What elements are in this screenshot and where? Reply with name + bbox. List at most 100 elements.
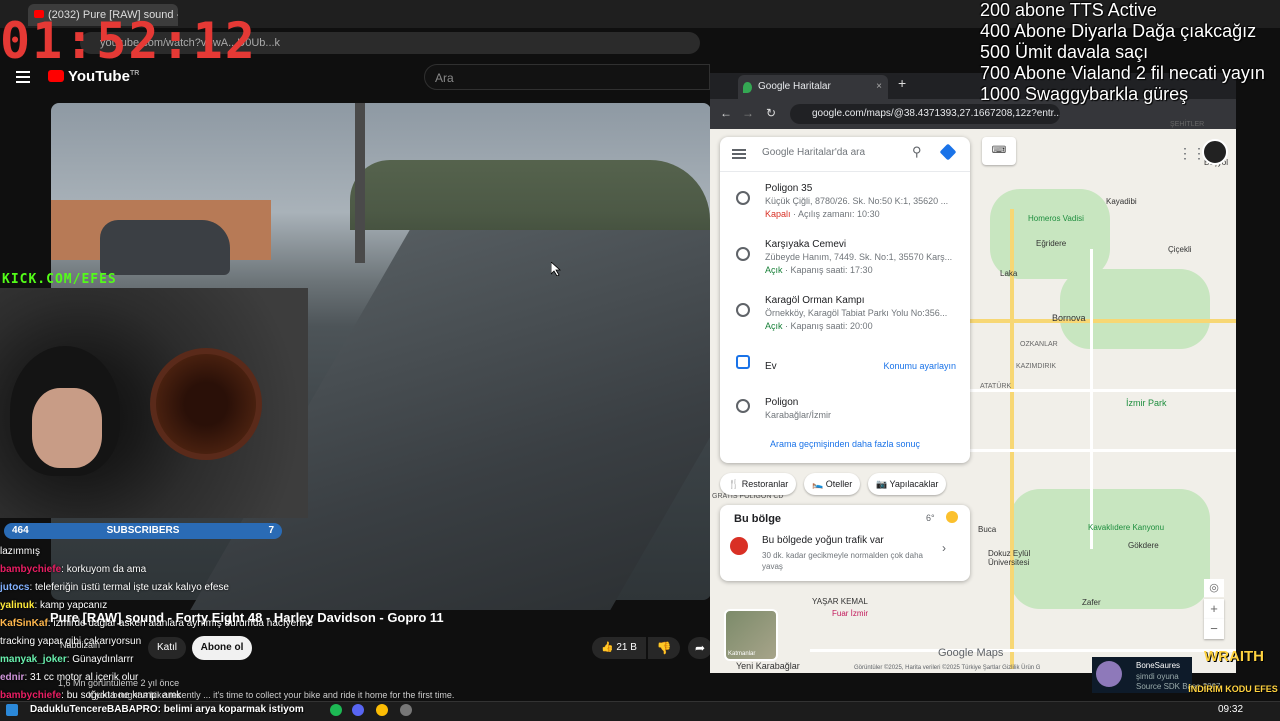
map-poi-label: Homeros Vadisi [1028,214,1084,223]
search-icon[interactable]: ⚲ [912,144,922,160]
zoom-out-button[interactable]: − [1204,619,1224,639]
map-place-label: Gökdere [1128,541,1159,550]
chat-username: bambychiefe [0,690,62,701]
new-tab-icon[interactable]: + [898,75,906,91]
video-scene-trees [350,160,710,230]
discord-icon[interactable] [352,704,364,716]
map-place-label: Fuar İzmir [832,609,868,618]
my-location-icon[interactable]: ◎ [1204,579,1224,597]
share-arrow-icon: ➦ [694,641,706,655]
maps-search-panel: Google Haritalar'da ara ⚲ Poligon 35 Küç… [720,137,970,463]
recent-title: Poligon [765,397,799,408]
map-green-area [1060,269,1210,349]
history-clock-icon [736,303,750,317]
maps-url: google.com/maps/@38.4371393,27.1667208,1… [812,108,1060,119]
goal-item: 1000 Swaggybarkla güreş [980,84,1189,104]
chip-label: Restoranlar [741,479,789,489]
like-count: 21 B [616,642,637,653]
map-place-label: Zafer [1082,598,1101,607]
chevron-right-icon[interactable]: › [942,541,946,555]
hamburger-menu-icon[interactable] [16,70,30,83]
maps-footer[interactable]: Görüntüler ©2025, Harita verileri ©2025 … [854,665,1040,671]
chrome-icon[interactable] [376,704,388,716]
chip-label: Yapılacaklar [889,479,939,489]
chat-username: jutocs [0,582,30,593]
video-scene-car [100,220,230,275]
map-place-label: Kayadibi [1106,197,1137,206]
search-suggestion[interactable]: Poligon 35 Küçük Çiğli, 8780/26. Sk. No:… [720,173,970,229]
search-suggestion[interactable]: Karagöl Orman Kampı Örnekköy, Karagöl Ta… [720,285,970,341]
home-label: Ev [765,361,777,372]
maps-menu-icon[interactable] [732,149,746,159]
map-poi-label: Kavaklıdere Kanyonu [1088,523,1165,532]
maps-address-bar[interactable]: google.com/maps/@38.4371393,27.1667208,1… [790,104,1060,124]
maps-search-placeholder: Google Haritalar'da ara [762,147,866,158]
map-place-label: Yeni Karabağlar [736,661,800,671]
chat-username: bambychiefe [0,564,62,575]
map-place-label: Buca [978,525,997,534]
google-maps-favicon-icon [743,82,752,93]
video-scene-pole [355,103,365,263]
subscriber-goal-current: 464 [12,525,29,536]
youtube-region: TR [129,70,140,77]
back-arrow-icon[interactable]: ← [720,106,732,120]
thumbs-down-icon: 👎 [656,641,672,655]
recent-search-row[interactable]: Poligon Karabağlar/İzmir [720,385,970,429]
sun-icon [946,511,958,523]
windows-start-icon[interactable] [6,704,18,716]
chip-restaurants[interactable]: 🍴 Restoranlar [720,473,797,495]
google-maps-window: Google Haritalar × + ← → ↻ google.com/ma… [710,73,1236,673]
suggestion-hours: · Kapanış saati: 20:00 [782,321,873,331]
channel-name[interactable]: Nabdizain [60,640,100,650]
restaurant-icon: 🍴 [728,479,742,489]
close-tab-icon[interactable]: × [876,75,882,99]
map-place-label: KAZIMDIRIK [1016,363,1057,370]
stream-goals-list: 200 abone TTS Active 400 Abone Diyarla D… [980,0,1280,105]
layers-label: Katmanlar [728,651,756,657]
map-road-3 [810,649,1236,652]
account-avatar[interactable] [1202,139,1228,165]
steam-notification[interactable]: BoneSaures şimdi oyuna Source SDK Base 2… [1092,657,1221,693]
home-location-row[interactable]: Ev Konumu ayarlayın [720,341,970,385]
chip-things-to-do[interactable]: 📷 Yapılacaklar [868,473,947,495]
map-place-label: İzmir Park [1126,398,1167,408]
youtube-play-icon [48,70,64,82]
layers-button[interactable]: Katmanlar [724,609,778,661]
join-button[interactable]: Katıl [148,637,186,659]
youtube-logo[interactable]: YouTubeTR [48,68,139,85]
forward-arrow-icon[interactable]: → [742,106,754,120]
history-clock-icon [736,191,750,205]
chat-message: jutocs: teleferiğin üstü termal işte uza… [0,579,450,597]
goal-item: 700 Abone Vialand 2 fil necati yayın [980,63,1265,83]
suggestion-hours: · Açılış zamanı: 10:30 [790,209,880,219]
maps-browser-tab[interactable]: Google Haritalar × [738,75,888,99]
share-button[interactable]: ➦ [688,637,712,659]
set-home-link[interactable]: Konumu ayarlayın [883,361,956,371]
like-button[interactable]: 👍 21 B [592,637,646,659]
goal-item: 400 Abone Diyarla Dağa çıakcağız [980,21,1257,41]
subscriber-goal-bar: SUBSCRIBERS 464 7 [4,523,282,539]
chip-hotels[interactable]: 🛌 Oteller [804,473,861,495]
reload-icon[interactable]: ↻ [766,106,776,120]
zoom-in-button[interactable]: + [1204,599,1224,619]
chat-text: lazımmış [0,546,40,557]
taskbar-clock[interactable]: 09:32 [1218,704,1243,715]
obs-icon[interactable] [400,704,412,716]
chat-ticker: DadukluTencereBABAPRO: belimi arya kopar… [30,704,304,715]
spotify-icon[interactable] [330,704,342,716]
streamer-webcam [0,288,308,518]
map-place-label: Eğridere [1036,239,1067,248]
suggestion-hours: · Kapanış saati: 17:30 [782,265,873,275]
directions-icon[interactable] [939,143,957,161]
webcam-chair-wheel [150,348,262,460]
region-temperature: 6° [926,513,935,523]
dislike-button[interactable]: 👎 [648,637,680,659]
video-description[interactable]: If you bought a bike recently ... it's t… [88,690,454,700]
search-suggestion[interactable]: Karşıyaka Cemevi Zübeyde Hanım, 7449. Sk… [720,229,970,285]
subscribe-button[interactable]: Abone ol [192,636,252,660]
more-history-link[interactable]: Arama geçmişinden daha fazla sonuç [720,439,970,449]
keyboard-toggle-icon[interactable]: ⌨ [982,137,1016,165]
youtube-search-input[interactable]: Ara [424,64,710,90]
maps-search-input[interactable]: Google Haritalar'da ara ⚲ [720,137,970,172]
region-info-card[interactable]: Bu bölge 6° Bu bölgede yoğun trafik var … [720,505,970,581]
